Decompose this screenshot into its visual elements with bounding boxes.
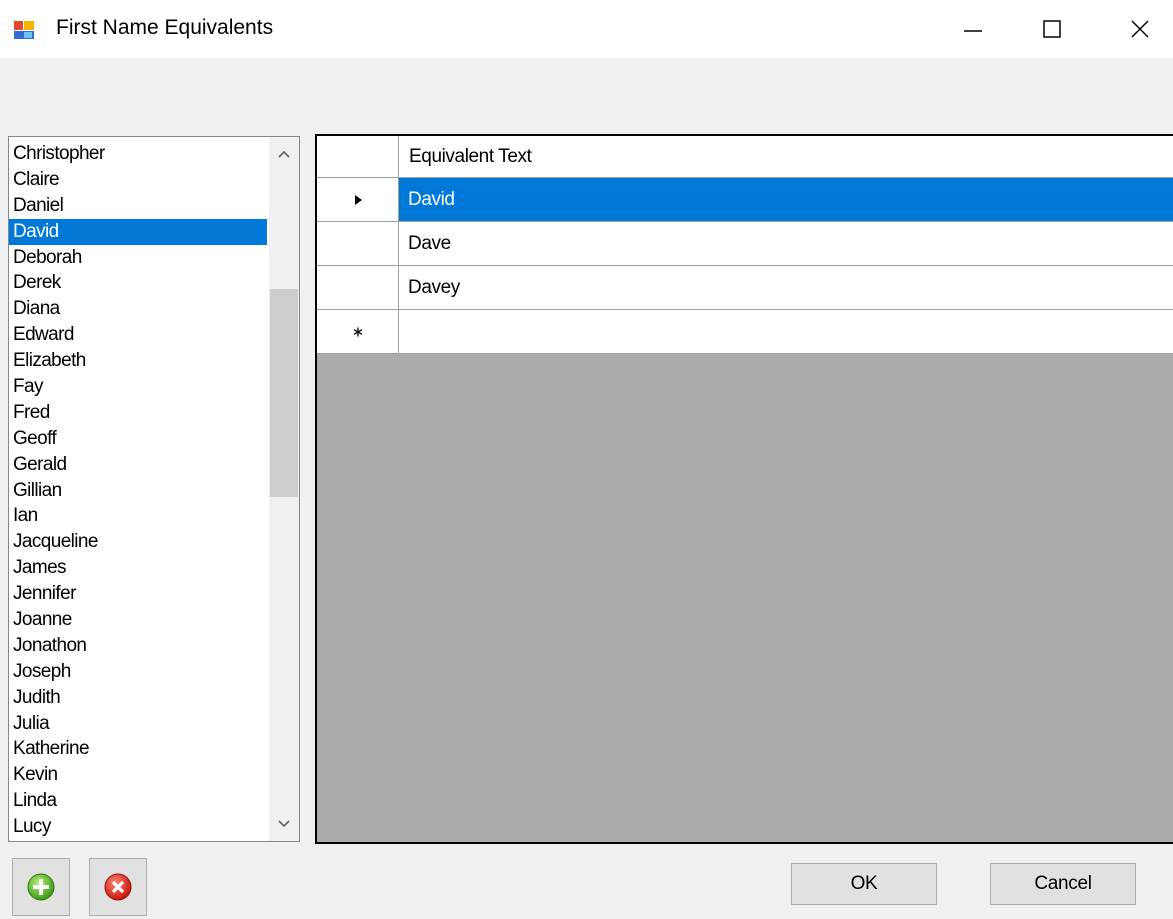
chevron-down-icon	[278, 820, 290, 828]
list-item[interactable]: Gillian	[9, 478, 267, 504]
title-bar: First Name Equivalents	[0, 0, 1173, 58]
list-item[interactable]: Jacqueline	[9, 529, 267, 555]
column-header-equivalent-text[interactable]: Equivalent Text	[409, 146, 532, 168]
current-row-arrow-icon	[354, 194, 362, 205]
maximize-icon	[1043, 20, 1061, 38]
scroll-up-button[interactable]	[269, 139, 299, 169]
list-item[interactable]: Daniel	[9, 193, 267, 219]
list-item[interactable]: Gerald	[9, 452, 267, 478]
delete-icon	[104, 873, 132, 901]
add-button[interactable]	[12, 858, 70, 916]
grid-row[interactable]: Davey	[317, 266, 1173, 310]
chevron-up-icon	[278, 150, 290, 158]
names-list-items: Christopher Claire Daniel David Deborah …	[9, 141, 267, 840]
scroll-down-button[interactable]	[269, 809, 299, 839]
list-item[interactable]: Claire	[9, 167, 267, 193]
list-item[interactable]: James	[9, 555, 267, 581]
row-header[interactable]	[317, 310, 399, 353]
list-item[interactable]: Geoff	[9, 426, 267, 452]
empty-toolbar-area	[0, 58, 1173, 133]
minimize-icon	[964, 30, 982, 32]
list-item[interactable]: Kevin	[9, 762, 267, 788]
app-icon	[14, 21, 34, 39]
equivalents-grid[interactable]: Equivalent Text David Dave Davey	[315, 134, 1173, 844]
list-item[interactable]: Diana	[9, 296, 267, 322]
list-item[interactable]: Julia	[9, 711, 267, 737]
scroll-thumb[interactable]	[270, 289, 298, 497]
delete-button[interactable]	[89, 858, 147, 916]
list-item[interactable]: Lucy	[9, 814, 267, 840]
list-item[interactable]: Joanne	[9, 607, 267, 633]
list-item[interactable]: Judith	[9, 685, 267, 711]
list-item[interactable]: Joseph	[9, 659, 267, 685]
add-icon	[27, 873, 55, 901]
list-item[interactable]: Jennifer	[9, 581, 267, 607]
list-item[interactable]: Katherine	[9, 736, 267, 762]
list-item[interactable]: Christopher	[9, 141, 267, 167]
grid-new-row[interactable]	[317, 310, 1173, 354]
list-item[interactable]: Derek	[9, 270, 267, 296]
list-item[interactable]: Elizabeth	[9, 348, 267, 374]
close-icon	[1131, 20, 1149, 38]
row-header[interactable]	[317, 266, 399, 309]
list-item[interactable]: Linda	[9, 788, 267, 814]
row-header[interactable]	[317, 222, 399, 265]
list-item[interactable]: Deborah	[9, 245, 267, 271]
grid-cell[interactable]: Dave	[399, 222, 1173, 265]
grid-cell-empty[interactable]	[399, 310, 1173, 353]
grid-row[interactable]: Dave	[317, 222, 1173, 266]
names-listbox[interactable]: Christopher Claire Daniel David Deborah …	[8, 136, 300, 842]
list-item[interactable]: Ian	[9, 503, 267, 529]
new-row-asterisk-icon	[353, 327, 362, 336]
close-button[interactable]	[1110, 0, 1170, 58]
list-item[interactable]: Fay	[9, 374, 267, 400]
maximize-button[interactable]	[1022, 0, 1082, 58]
window-title: First Name Equivalents	[56, 16, 274, 39]
cancel-button[interactable]: Cancel	[990, 863, 1136, 905]
minimize-button[interactable]	[943, 0, 1003, 58]
grid-corner-cell[interactable]	[317, 136, 399, 177]
row-header[interactable]	[317, 178, 399, 221]
vertical-scrollbar[interactable]	[269, 137, 299, 841]
ok-button[interactable]: OK	[791, 863, 937, 905]
grid-cell[interactable]: Davey	[399, 266, 1173, 309]
list-item[interactable]: Fred	[9, 400, 267, 426]
grid-row-selected[interactable]: David	[317, 178, 1173, 222]
list-item-selected[interactable]: David	[9, 218, 267, 245]
grid-header-row: Equivalent Text	[317, 136, 1173, 178]
grid-cell[interactable]: David	[399, 178, 1173, 221]
list-item[interactable]: Jonathon	[9, 633, 267, 659]
list-item[interactable]: Edward	[9, 322, 267, 348]
